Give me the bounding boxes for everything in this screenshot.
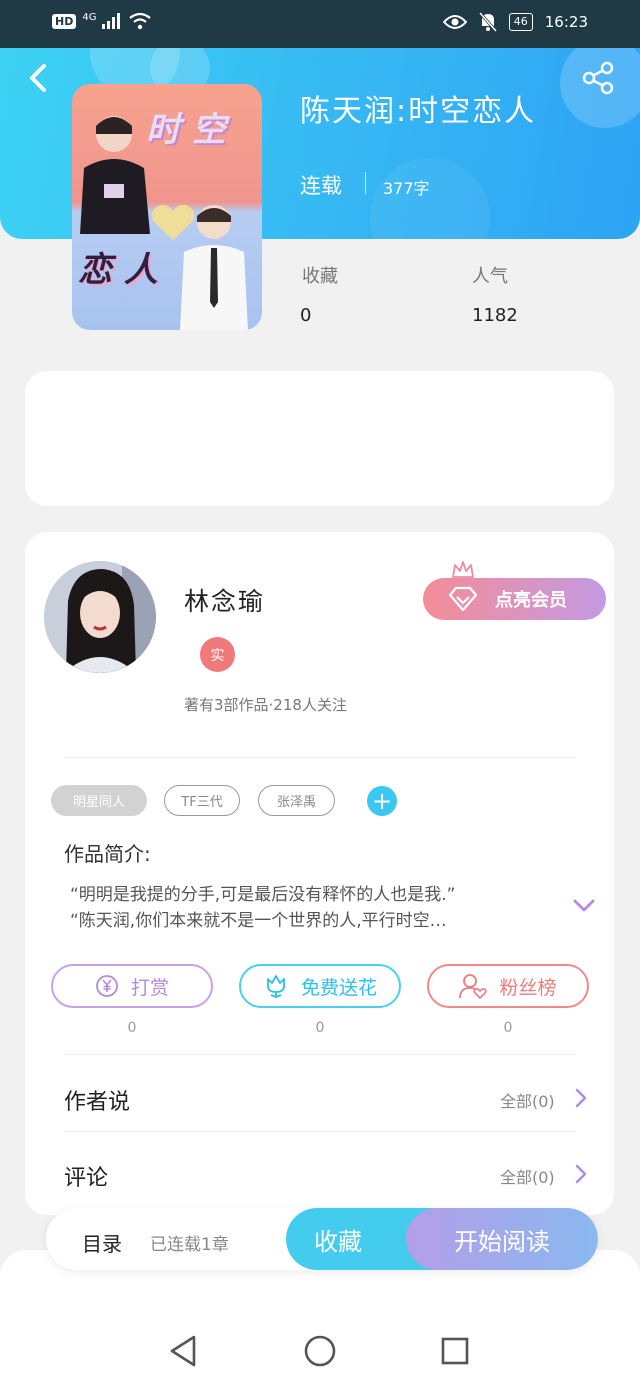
signal-icon <box>102 13 121 29</box>
tag-chip[interactable]: 张泽禹 <box>258 785 335 816</box>
share-icon[interactable] <box>580 60 616 96</box>
popularity-count: 1182 <box>472 305 518 326</box>
chapter-status: 已连载1章 <box>150 1235 229 1255</box>
author-says-label[interactable]: 作者说 <box>64 1084 130 1116</box>
collect-label: 收藏 <box>302 266 338 287</box>
fans-count: 0 <box>503 1020 513 1036</box>
fans-ranking-label: 粉丝榜 <box>499 976 557 999</box>
word-count: 377字 <box>383 179 430 198</box>
user-heart-icon <box>459 974 488 999</box>
toc-button[interactable]: 目录 <box>82 1228 122 1257</box>
tag-chip[interactable]: 明星同人 <box>51 785 147 816</box>
bottom-action-bar: 目录 已连载1章 收藏 开始阅读 <box>46 1208 598 1270</box>
yen-coin-icon <box>96 975 118 997</box>
author-says-count[interactable]: 全部(0) <box>500 1088 555 1112</box>
placeholder-card <box>25 371 614 506</box>
back-arrow-icon[interactable] <box>24 62 52 94</box>
wifi-icon <box>129 12 152 30</box>
send-flower-button[interactable]: 免费送花 <box>239 964 401 1008</box>
heart-icon <box>151 204 195 240</box>
fans-ranking-button[interactable]: 粉丝榜 <box>427 964 589 1008</box>
start-reading-button[interactable]: 开始阅读 <box>406 1208 598 1270</box>
system-nav-bar <box>170 1335 469 1367</box>
comments-label[interactable]: 评论 <box>64 1160 108 1192</box>
cover-figure-left <box>80 116 150 234</box>
crown-icon <box>452 561 474 578</box>
add-tag-button[interactable]: + <box>367 786 397 816</box>
collect-button-label: 收藏 <box>314 1227 362 1256</box>
tag-chip[interactable]: TF三代 <box>164 785 240 816</box>
status-bar: HD 4G 46 16:23 <box>0 0 640 48</box>
cover-title-bottom: 恋 人 <box>78 250 158 290</box>
nav-recents-icon[interactable] <box>441 1337 469 1365</box>
verified-badge: 实 <box>200 637 235 672</box>
eye-icon <box>442 15 467 29</box>
cover-title-top: 时 空 <box>146 110 226 150</box>
diamond-icon <box>448 586 478 612</box>
collect-count: 0 <box>300 305 312 326</box>
divider <box>64 757 576 758</box>
intro-title: 作品简介: <box>64 842 151 866</box>
author-meta: 著有3部作品·218人关注 <box>184 696 347 714</box>
comments-count[interactable]: 全部(0) <box>500 1164 555 1188</box>
flower-icon <box>267 975 285 998</box>
author-name[interactable]: 林念瑜 <box>184 582 265 618</box>
divider <box>64 1131 576 1132</box>
intro-text-line: “明明是我提的分手,可是最后没有释怀的人也是我.” <box>70 885 456 905</box>
book-cover[interactable]: 时 空 恋 人 <box>72 84 262 330</box>
start-reading-label: 开始阅读 <box>454 1227 550 1256</box>
flower-count: 0 <box>315 1020 325 1036</box>
intro-text-line: “陈天润,你们本来就不是一个世界的人,平行时空… <box>70 911 447 931</box>
divider <box>365 172 366 194</box>
network-label: 4G <box>82 11 97 23</box>
nav-back-icon[interactable] <box>170 1335 196 1367</box>
book-title: 陈天润:时空恋人 <box>300 94 537 129</box>
chevron-right-icon[interactable] <box>574 1087 588 1109</box>
reward-button[interactable]: 打赏 <box>51 964 213 1008</box>
battery-indicator: 46 <box>508 13 533 31</box>
plus-icon: + <box>371 787 393 815</box>
reward-count: 0 <box>127 1020 137 1036</box>
chevron-down-icon[interactable] <box>572 896 596 916</box>
mute-bell-icon <box>478 12 497 32</box>
hd-icon: HD <box>52 13 77 29</box>
reward-label: 打赏 <box>130 976 169 999</box>
author-avatar[interactable] <box>44 561 156 673</box>
popularity-label: 人气 <box>472 266 508 287</box>
nav-home-icon[interactable] <box>304 1335 336 1367</box>
vip-button-label: 点亮会员 <box>495 590 567 611</box>
serial-status: 连载 <box>300 174 342 198</box>
clock: 16:23 <box>544 13 588 31</box>
chevron-right-icon[interactable] <box>574 1163 588 1185</box>
divider <box>64 1054 576 1055</box>
send-flower-label: 免费送花 <box>300 976 377 999</box>
